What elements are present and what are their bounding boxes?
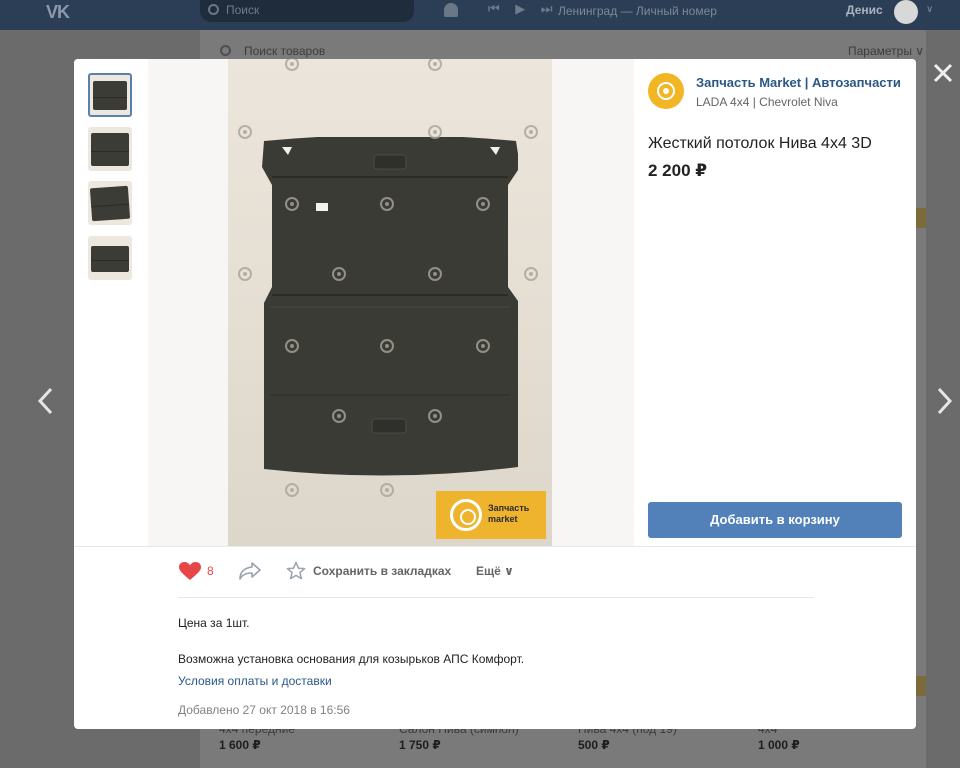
product-modal: Запчасть market Запчасть Market | Автоза… bbox=[74, 59, 916, 729]
watermark-icon bbox=[285, 339, 299, 353]
now-playing-track[interactable]: Ленинград — Личный номер bbox=[558, 4, 717, 18]
watermark-icon bbox=[380, 339, 394, 353]
top-search-placeholder: Поиск bbox=[226, 3, 260, 17]
thumbnail-1[interactable] bbox=[88, 73, 132, 117]
watermark-icon bbox=[285, 197, 299, 211]
product-title: Жесткий потолок Нива 4x4 3D bbox=[648, 135, 872, 152]
next-arrow-icon[interactable] bbox=[930, 384, 960, 418]
gear-logo-icon bbox=[450, 499, 482, 531]
watermark-icon bbox=[380, 483, 394, 497]
watermark-icon bbox=[476, 339, 490, 353]
watermark-icon bbox=[428, 409, 442, 423]
thumbnail-2[interactable] bbox=[88, 127, 132, 171]
watermark-icon bbox=[524, 125, 538, 139]
product-info-panel: Запчасть Market | Автозапчасти LADA 4x4 … bbox=[634, 59, 916, 547]
avatar[interactable] bbox=[894, 0, 918, 24]
watermark-icon bbox=[428, 267, 442, 281]
market-search-icon bbox=[220, 45, 231, 56]
watermark-icon bbox=[285, 59, 299, 71]
added-date: Добавлено 27 окт 2018 в 16:56 bbox=[178, 703, 350, 717]
player-controls-icon[interactable]: ⏮ ▶ ⏭ bbox=[488, 1, 559, 17]
background-product-price: 1 000 ₽ bbox=[758, 738, 800, 752]
thumbnail-3[interactable] bbox=[88, 181, 132, 225]
market-search-placeholder: Поиск товаров bbox=[244, 44, 326, 58]
background-card-edge bbox=[916, 208, 926, 228]
shop-name-link[interactable]: Запчасть Market | Автозапчасти bbox=[696, 75, 908, 90]
headliner-image bbox=[262, 137, 518, 476]
description-text: Возможна установка основания для козырьк… bbox=[178, 652, 525, 666]
watermark-icon bbox=[476, 197, 490, 211]
payment-delivery-link[interactable]: Условия оплаты и доставки bbox=[178, 674, 332, 688]
brand-watermark-text: Запчасть market bbox=[488, 503, 530, 524]
like-count[interactable]: 8 bbox=[207, 564, 214, 578]
watermark-icon bbox=[524, 267, 538, 281]
watermark-icon bbox=[428, 125, 442, 139]
previous-arrow-icon[interactable] bbox=[32, 384, 62, 418]
divider bbox=[178, 597, 814, 598]
top-navigation-bar: VK Поиск ⏮ ▶ ⏭ Ленинград — Личный номер … bbox=[0, 0, 960, 30]
description-price-note: Цена за 1шт. bbox=[178, 616, 250, 630]
add-to-cart-button[interactable]: Добавить в корзину bbox=[648, 502, 902, 538]
market-params-link[interactable]: Параметры ∨ bbox=[848, 44, 924, 58]
watermark-icon bbox=[238, 267, 252, 281]
brand-watermark-badge: Запчасть market bbox=[436, 491, 546, 539]
share-icon[interactable] bbox=[238, 561, 262, 581]
background-card-edge bbox=[916, 676, 926, 696]
background-product-price: 500 ₽ bbox=[578, 738, 610, 752]
bell-icon[interactable] bbox=[444, 3, 458, 17]
shop-subtitle: LADA 4x4 | Chevrolet Niva bbox=[696, 95, 838, 109]
product-photo[interactable]: Запчасть market bbox=[228, 59, 552, 547]
watermark-icon bbox=[380, 197, 394, 211]
product-price: 2 200 ₽ bbox=[648, 161, 708, 180]
watermark-icon bbox=[428, 59, 442, 71]
save-bookmark-button[interactable]: Сохранить в закладках bbox=[313, 564, 451, 578]
photo-viewer[interactable]: Запчасть market bbox=[148, 59, 694, 547]
heart-icon[interactable] bbox=[178, 561, 202, 581]
background-product-price: 1 750 ₽ bbox=[399, 738, 441, 752]
thumbnail-strip bbox=[74, 59, 148, 547]
star-icon[interactable] bbox=[286, 561, 306, 581]
actions-bar: 8 Сохранить в закладках Ещё ∨ bbox=[74, 547, 916, 597]
watermark-icon bbox=[285, 483, 299, 497]
user-name[interactable]: Денис bbox=[846, 3, 883, 17]
search-icon bbox=[208, 4, 219, 15]
close-icon[interactable] bbox=[930, 60, 956, 86]
watermark-icon bbox=[332, 409, 346, 423]
vk-logo[interactable]: VK bbox=[46, 2, 70, 23]
watermark-icon bbox=[238, 125, 252, 139]
more-menu-button[interactable]: Ещё ∨ bbox=[476, 564, 514, 578]
chevron-down-icon[interactable]: ∨ bbox=[926, 4, 933, 15]
thumbnail-4[interactable] bbox=[88, 236, 132, 280]
shop-avatar[interactable] bbox=[648, 73, 684, 109]
background-product-price: 1 600 ₽ bbox=[219, 738, 261, 752]
watermark-icon bbox=[332, 267, 346, 281]
